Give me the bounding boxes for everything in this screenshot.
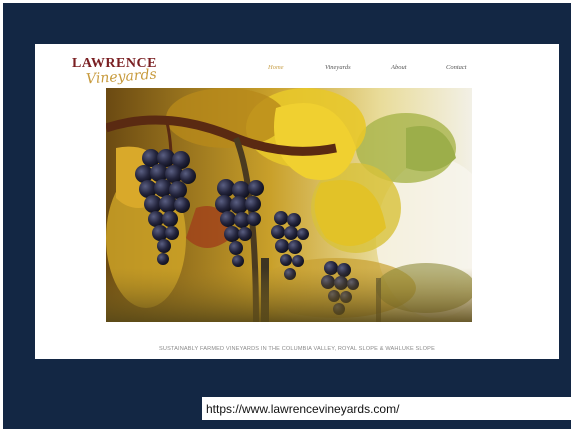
url-caption-box: https://www.lawrencevineyards.com/ — [202, 397, 571, 420]
nav-vineyards[interactable]: Vineyards — [325, 64, 351, 71]
url-link[interactable]: https://www.lawrencevineyards.com/ — [206, 402, 399, 416]
main-nav: Home Vineyards About Contact — [35, 64, 559, 76]
grape-vine-photo — [106, 88, 472, 322]
nav-home[interactable]: Home — [268, 64, 284, 71]
slide: LAWRENCE Vineyards Home Vineyards About … — [0, 0, 574, 432]
site-tagline: SUSTAINABLY FARMED VINEYARDS IN THE COLU… — [159, 346, 435, 352]
nav-about[interactable]: About — [391, 64, 407, 71]
hero-image — [106, 88, 472, 322]
nav-contact[interactable]: Contact — [446, 64, 467, 71]
website-screenshot: LAWRENCE Vineyards Home Vineyards About … — [35, 44, 559, 359]
